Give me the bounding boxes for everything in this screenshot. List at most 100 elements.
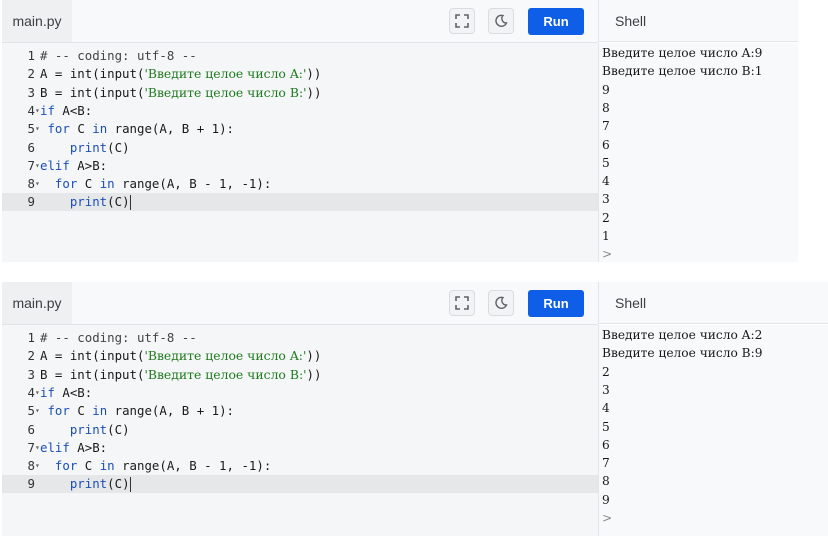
run-button[interactable]: Run [528, 8, 584, 35]
line-number: 1 [27, 48, 35, 63]
code-line[interactable]: 1 # -- coding: utf-8 -- [2, 47, 598, 65]
code-token: )) [306, 84, 322, 100]
shell-header: Shell [598, 0, 798, 42]
code-token: A<B: [54, 384, 93, 400]
code-text: print(C) [40, 421, 130, 439]
code-comment: # -- coding: utf-8 -- [40, 48, 197, 63]
code-line[interactable]: 5 ▾ for C in range(A, B + 1): [2, 120, 598, 138]
shell-output-line: 5 [602, 155, 610, 170]
shell-output-line: 6 [602, 437, 610, 452]
code-text: for C in range(A, B - 1, -1): [40, 457, 271, 475]
code-keyword: in [99, 176, 115, 192]
code-line[interactable]: 8 ▾ for C in range(A, B - 1, -1): [2, 457, 598, 475]
code-text: # -- coding: utf-8 -- [40, 47, 197, 65]
code-line[interactable]: 6 print(C) [2, 421, 598, 439]
code-line[interactable]: 7 ▾ elif A>B: [2, 439, 598, 457]
line-number: 1 [27, 330, 35, 345]
code-string: 'Введите целое число A:' [144, 66, 307, 82]
file-tab[interactable]: main.py [2, 282, 72, 324]
line-number: 8 [27, 458, 35, 474]
shell-output-line: 8 [602, 100, 610, 115]
code-token: C [77, 458, 100, 474]
shell-output[interactable]: Введите целое число A:9 Введите целое чис… [598, 43, 798, 262]
code-token: A>B: [69, 439, 108, 455]
code-string: 'Введите целое число B:' [144, 366, 307, 382]
moon-icon [495, 296, 508, 309]
fullscreen-button[interactable] [449, 8, 475, 34]
line-number: 7 [27, 157, 35, 173]
code-line[interactable]: 2 A = int(input('Введите целое число A:')… [2, 347, 598, 365]
code-keyword: in [99, 458, 115, 474]
code-line[interactable]: 4 ▾ if A<B: [2, 102, 598, 120]
code-text: for C in range(A, B + 1): [40, 402, 234, 420]
code-line[interactable]: 9 print(C) [2, 193, 598, 212]
line-number: 9 [27, 194, 35, 210]
line-number: 2 [27, 66, 35, 82]
shell-output-line: 3 [602, 192, 610, 207]
shell-output-line: 1 [602, 229, 610, 243]
line-number: 6 [27, 139, 35, 155]
shell-output-line: 9 [602, 82, 610, 97]
file-tab[interactable]: main.py [2, 0, 72, 42]
code-line[interactable]: 3 B = int(input('Введите целое число B:')… [2, 366, 598, 384]
code-editor[interactable]: 1 # -- coding: utf-8 -- 2 A = int(input('Вв… [2, 325, 598, 536]
code-token: A = int(input( [40, 66, 145, 82]
run-button[interactable]: Run [528, 290, 584, 317]
code-token: B = int(input( [40, 84, 145, 100]
line-number: 9 [27, 476, 35, 492]
code-line[interactable]: 9 print(C) [2, 475, 598, 494]
code-keyword: for [54, 176, 78, 192]
theme-toggle-button[interactable] [488, 290, 514, 316]
text-cursor [129, 477, 131, 493]
shell-output-line: 5 [602, 419, 610, 434]
code-line[interactable]: 6 print(C) [2, 139, 598, 157]
code-comment: # -- coding: utf-8 -- [40, 330, 197, 345]
theme-toggle-button[interactable] [488, 8, 514, 34]
editor-toolbar: main.py Run [2, 282, 598, 325]
code-text: # -- coding: utf-8 -- [40, 329, 197, 347]
editor-panel-2: main.py Run Shell 1 # -- coding: utf-8 --… [0, 282, 828, 536]
code-token: C [69, 403, 93, 419]
shell-title: Shell [615, 13, 647, 29]
line-number: 8 [27, 176, 35, 192]
editor-toolbar: main.py Run [2, 0, 598, 43]
code-keyword: print [69, 194, 108, 210]
fullscreen-button[interactable] [449, 290, 475, 316]
code-text: elif A>B: [40, 157, 107, 175]
editor-panel-1: main.py Run Shell 1 # -- coding: utf-8 --… [0, 0, 828, 262]
code-line[interactable]: 7 ▾ elif A>B: [2, 157, 598, 175]
code-line[interactable]: 8 ▾ for C in range(A, B - 1, -1): [2, 175, 598, 193]
code-text: A = int(input('Введите целое число A:')) [40, 347, 321, 365]
code-token: B = int(input( [40, 366, 145, 382]
code-line[interactable]: 5 ▾ for C in range(A, B + 1): [2, 402, 598, 420]
shell-output-line: Введите целое число A:2 [602, 328, 763, 342]
code-token: (C) [107, 421, 130, 437]
shell-output-line: Введите целое число A:9 [602, 46, 763, 60]
code-token: (C) [107, 194, 130, 210]
code-editor[interactable]: 1 # -- coding: utf-8 -- 2 A = int(input('Вв… [2, 43, 598, 262]
code-line[interactable]: 2 A = int(input('Введите целое число A:')… [2, 65, 598, 83]
code-keyword: for [47, 403, 70, 419]
shell-output-line: 3 [602, 382, 610, 397]
line-number: 5 [27, 403, 35, 419]
code-line[interactable]: 4 ▾ if A<B: [2, 384, 598, 402]
shell-output[interactable]: Введите целое число A:2 Введите целое чис… [598, 325, 828, 536]
code-keyword: print [69, 476, 108, 492]
code-line[interactable]: 1 # -- coding: utf-8 -- [2, 329, 598, 347]
code-text: print(C) [40, 139, 130, 157]
shell-output-line: 2 [602, 364, 610, 379]
line-number: 4 [27, 384, 35, 400]
code-text: B = int(input('Введите целое число B:')) [40, 84, 321, 102]
shell-output-line: 7 [602, 456, 610, 471]
shell-output-line: 9 [602, 492, 610, 507]
shell-prompt[interactable]: > [602, 509, 612, 527]
shell-output-line: 6 [602, 137, 610, 152]
line-number: 5 [27, 121, 35, 137]
shell-prompt[interactable]: > [602, 245, 612, 263]
code-line[interactable]: 3 B = int(input('Введите целое число B:')… [2, 84, 598, 102]
